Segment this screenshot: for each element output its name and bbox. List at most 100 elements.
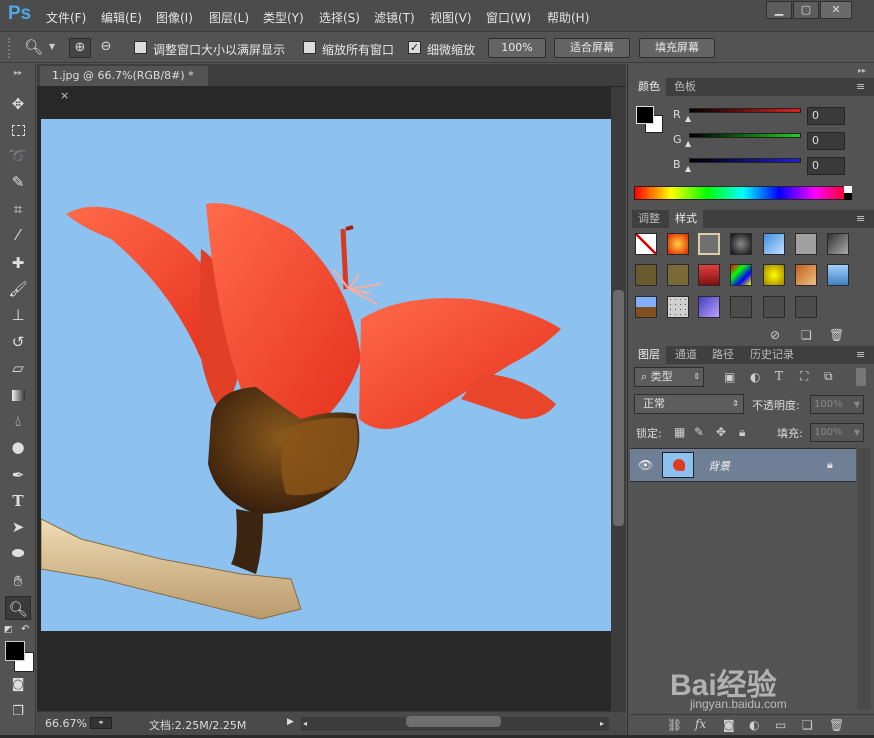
green-slider-handle-icon[interactable]: ▲ [685,139,691,148]
menu-edit[interactable]: 编辑(E) [101,9,142,26]
healing-brush-icon[interactable]: ✚ [5,251,31,275]
pen-icon[interactable]: ✒ [5,463,31,487]
blend-mode-select[interactable]: 正常 ⇕ [634,394,744,414]
gradient-icon[interactable] [5,383,31,407]
pixel-filter-icon[interactable]: ▣ [724,370,735,384]
screen-mode-icon[interactable]: ❐ [5,700,31,724]
menu-layer[interactable]: 图层(L) [209,9,249,26]
close-tab-icon[interactable]: × [60,89,69,102]
vertical-scroll-thumb[interactable] [613,290,624,526]
minimize-button[interactable]: ▁ [766,1,792,19]
fill-field[interactable]: 100% ▼ [810,423,864,442]
style-swatch[interactable] [635,264,657,286]
crop-icon[interactable]: ⌗ [5,197,31,221]
horizontal-scroll-thumb[interactable] [406,716,501,727]
style-swatch[interactable] [827,233,849,255]
style-swatch[interactable] [667,264,689,286]
tab-channels[interactable]: 通道 [669,346,703,364]
resize-windows-checkbox[interactable] [134,41,147,54]
move-icon[interactable]: ✥ [5,92,31,116]
blue-value-field[interactable]: 0 [807,157,845,175]
style-swatch[interactable] [795,296,817,318]
color-fg-swatch[interactable] [636,106,654,124]
default-colors-icon[interactable]: ◩ [4,625,14,635]
style-none[interactable] [635,233,657,255]
close-window-button[interactable]: ✕ [820,1,852,19]
scroll-left-icon[interactable]: ◂ [303,719,307,728]
style-swatch[interactable] [795,264,817,286]
menu-filter[interactable]: 滤镜(T) [374,9,415,26]
fit-screen-button[interactable]: 适合屏幕 [554,38,630,58]
style-swatch[interactable] [667,233,689,255]
red-slider[interactable] [689,108,801,113]
style-swatch[interactable] [795,233,817,255]
adjustment-layer-icon[interactable]: ◐ [749,718,759,732]
lock-position-icon[interactable]: ✥ [716,425,726,439]
blur-icon[interactable]: 💧︎ [5,409,31,433]
new-layer-icon[interactable]: ❏ [802,718,813,732]
style-swatch[interactable] [730,233,752,255]
delete-style-icon[interactable]: 🗑︎ [829,328,844,342]
swap-colors-icon[interactable]: ↶ [21,624,29,635]
panel-menu-icon[interactable]: ≡ [850,78,871,96]
tab-history[interactable]: 历史记录 [744,346,800,364]
status-menu-icon[interactable]: ▶ [287,717,294,727]
menu-file[interactable]: 文件(F) [46,9,86,26]
filter-toggle[interactable] [856,368,866,386]
quick-mask-icon[interactable]: ◙ [5,673,31,697]
tab-adjustments[interactable]: 调整 [632,210,666,228]
chevron-down-icon[interactable]: ▼ [49,42,55,51]
green-slider[interactable] [689,133,801,138]
layers-scrollbar[interactable] [857,448,871,710]
add-mask-icon[interactable]: ◙ [723,718,735,732]
green-value-field[interactable]: 0 [807,132,845,150]
style-swatch[interactable] [827,264,849,286]
shape-filter-icon[interactable]: ⛶ [800,369,808,384]
opacity-field[interactable]: 100% ▼ [810,395,864,414]
eyedropper-icon[interactable]: ⁄ [5,223,31,247]
new-group-icon[interactable]: ▭ [775,718,786,732]
blue-slider-handle-icon[interactable]: ▲ [685,164,691,173]
hand-icon[interactable]: ✋︎ [5,569,31,593]
style-swatch[interactable] [763,296,785,318]
options-grip[interactable] [8,38,16,58]
foreground-color-swatch[interactable] [5,641,25,661]
menu-help[interactable]: 帮助(H) [547,9,589,26]
style-swatch[interactable] [763,264,785,286]
red-value-field[interactable]: 0 [807,107,845,125]
style-swatch[interactable] [763,233,785,255]
zoom-out-icon[interactable]: ⊖ [95,38,117,58]
clear-style-icon[interactable]: ⊘ [770,328,780,342]
zoom-level[interactable]: 66.67% [45,717,87,730]
clone-stamp-icon[interactable]: ⊥ [5,303,31,327]
lasso-icon[interactable]: ➰ [5,144,31,168]
link-layers-icon[interactable]: ⛓︎ [667,718,682,732]
menu-type[interactable]: 类型(Y) [263,9,304,26]
menu-view[interactable]: 视图(V) [430,9,472,26]
collapse-panels-icon[interactable]: ▸▸ [858,66,866,75]
lock-pixels-icon[interactable]: ✎ [694,425,704,439]
styles-panel-menu-icon[interactable]: ≡ [850,210,871,228]
layer-style-icon[interactable]: fx [695,717,706,731]
image-canvas[interactable] [41,119,611,631]
type-icon[interactable]: T [5,489,31,513]
tab-swatches[interactable]: 色板 [668,78,702,96]
blue-slider[interactable] [689,158,801,163]
scroll-right-icon[interactable]: ▸ [600,719,604,728]
collapse-tools-icon[interactable]: ▸▸ [5,68,31,78]
eraser-icon[interactable]: ▱ [5,356,31,380]
menu-select[interactable]: 选择(S) [319,9,360,26]
tab-paths[interactable]: 路径 [706,346,740,364]
layers-panel-menu-icon[interactable]: ≡ [850,346,871,364]
zoom-100-button[interactable]: 100% [488,38,546,58]
document-tab[interactable]: 1.jpg @ 66.7%(RGB/8#) * × [40,66,208,102]
new-style-icon[interactable]: ❏ [801,328,812,342]
delete-layer-icon[interactable]: 🗑︎ [829,718,844,732]
history-brush-icon[interactable]: ↺ [5,330,31,354]
red-slider-handle-icon[interactable]: ▲ [685,114,691,123]
brush-icon[interactable]: 🖌︎ [5,277,31,301]
lock-transparent-icon[interactable]: ▦ [674,425,685,439]
style-swatch[interactable] [730,296,752,318]
smart-object-filter-icon[interactable]: ⧉ [824,369,833,384]
style-swatch[interactable] [698,264,720,286]
